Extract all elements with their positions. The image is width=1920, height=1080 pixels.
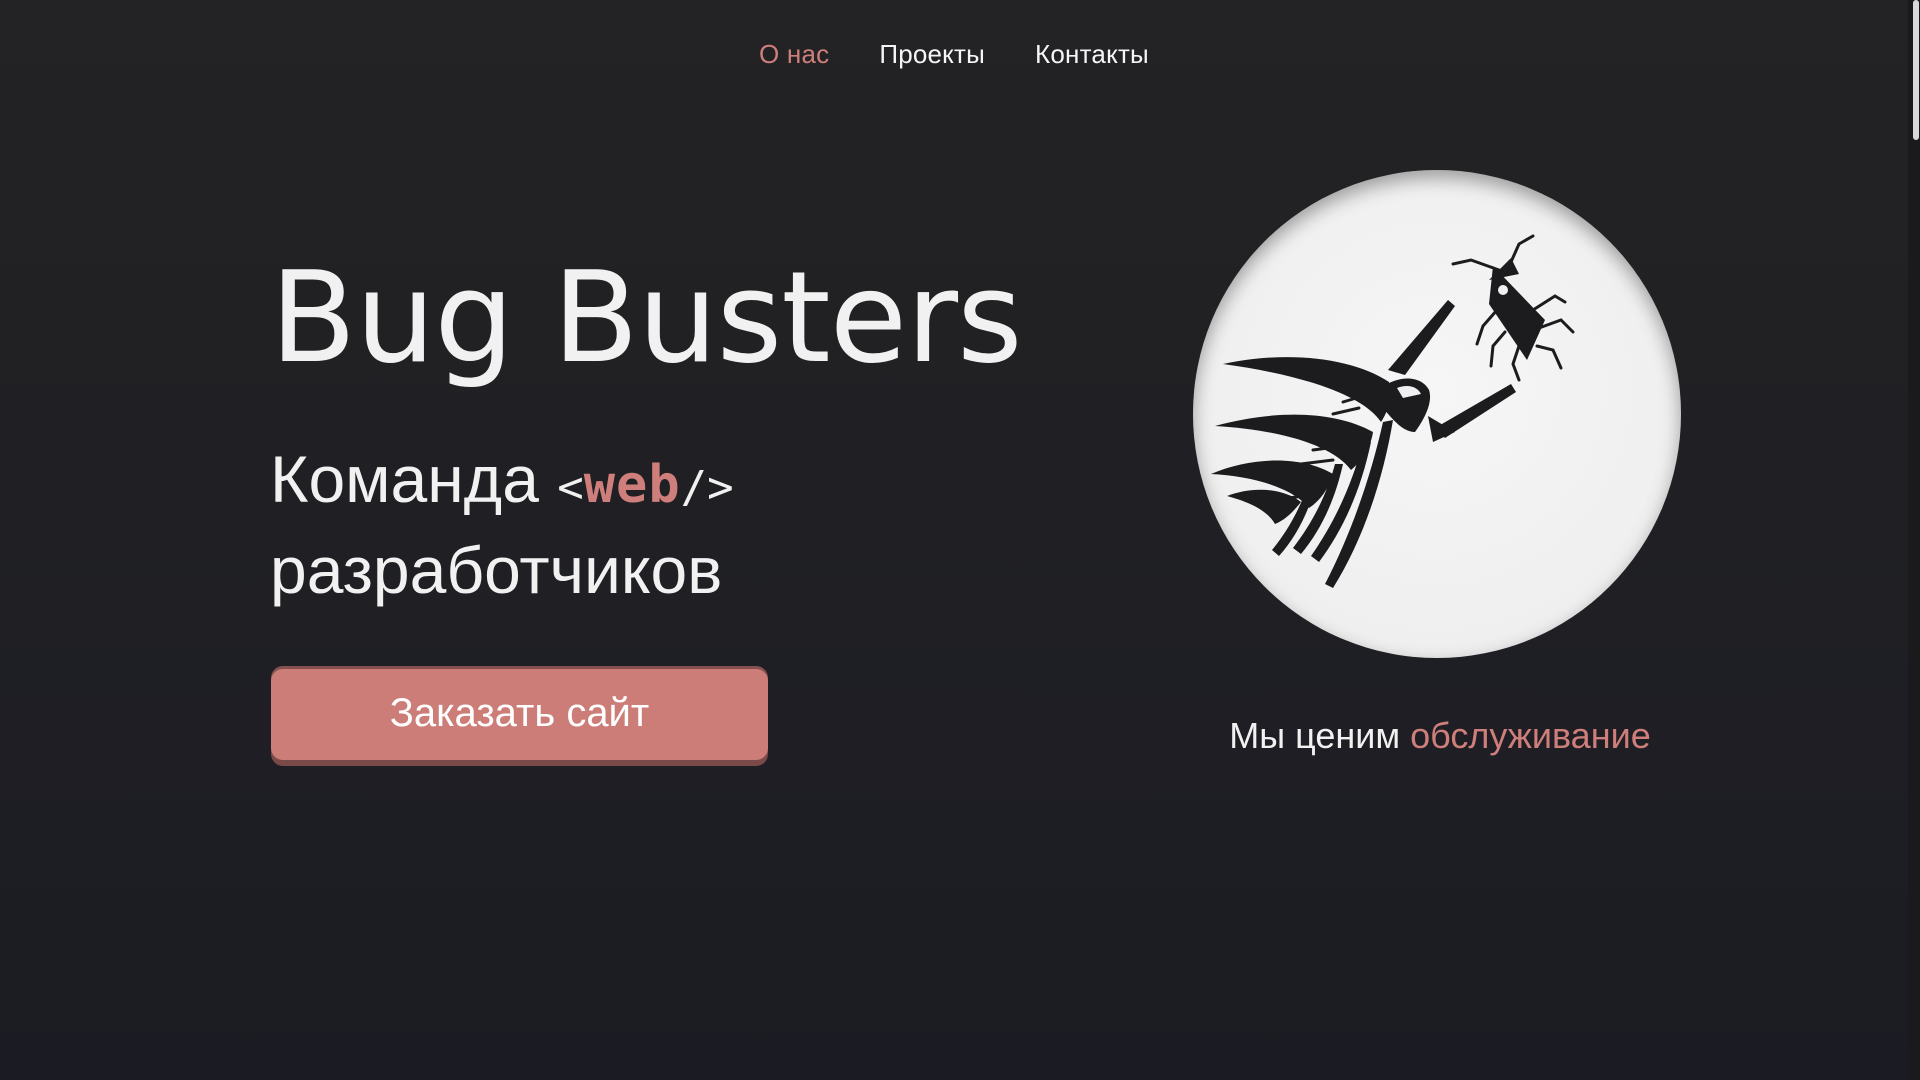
code-open-bracket: < (557, 462, 584, 513)
subtitle-suffix: разработчиков (270, 533, 723, 607)
hero-title: Bug Busters (270, 244, 1023, 391)
scrollbar-thumb[interactable] (1913, 0, 1919, 140)
nav-link-contacts[interactable]: Контакты (1035, 39, 1149, 70)
nav-link-projects[interactable]: Проекты (879, 39, 985, 70)
code-close-bracket: /> (680, 462, 734, 513)
subtitle-prefix: Команда (270, 442, 539, 516)
swallow-catching-bug-icon (1211, 234, 1575, 588)
nav-link-about[interactable]: О нас (759, 39, 829, 70)
tagline: Мы ценим обслуживание (1200, 715, 1680, 757)
hero-subtitle: Команда <web/> разработчиков (270, 438, 734, 611)
tagline-prefix: Мы ценим (1229, 715, 1401, 756)
order-site-button[interactable]: Заказать сайт (271, 666, 768, 760)
main-nav: О нас Проекты Контакты (0, 0, 1908, 108)
code-word: web (583, 455, 681, 515)
logo-circle (1193, 170, 1681, 658)
page-scrollbar[interactable] (1908, 0, 1920, 1080)
tagline-accent: обслуживание (1410, 715, 1651, 756)
